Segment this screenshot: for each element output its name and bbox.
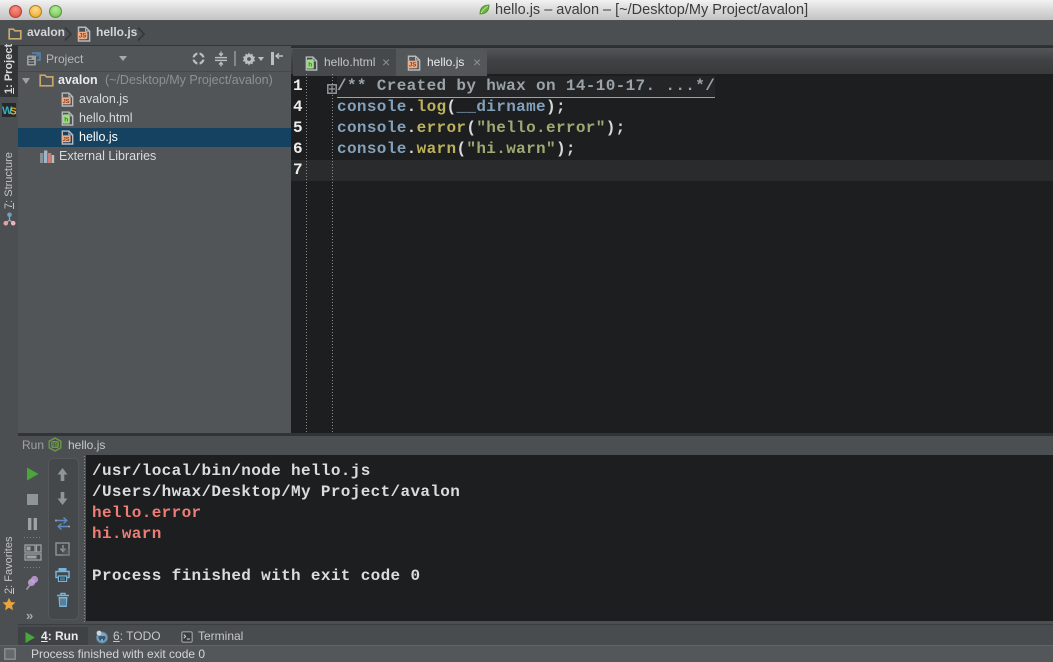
- svg-text:JS: JS: [63, 99, 70, 105]
- svg-text:h: h: [308, 62, 312, 69]
- svg-text:JS: JS: [52, 442, 59, 448]
- svg-text:h: h: [64, 117, 68, 124]
- svg-text:JS: JS: [63, 137, 70, 143]
- svg-text:JS: JS: [409, 63, 416, 69]
- svg-text:S: S: [10, 107, 16, 118]
- svg-text:JS: JS: [79, 34, 86, 40]
